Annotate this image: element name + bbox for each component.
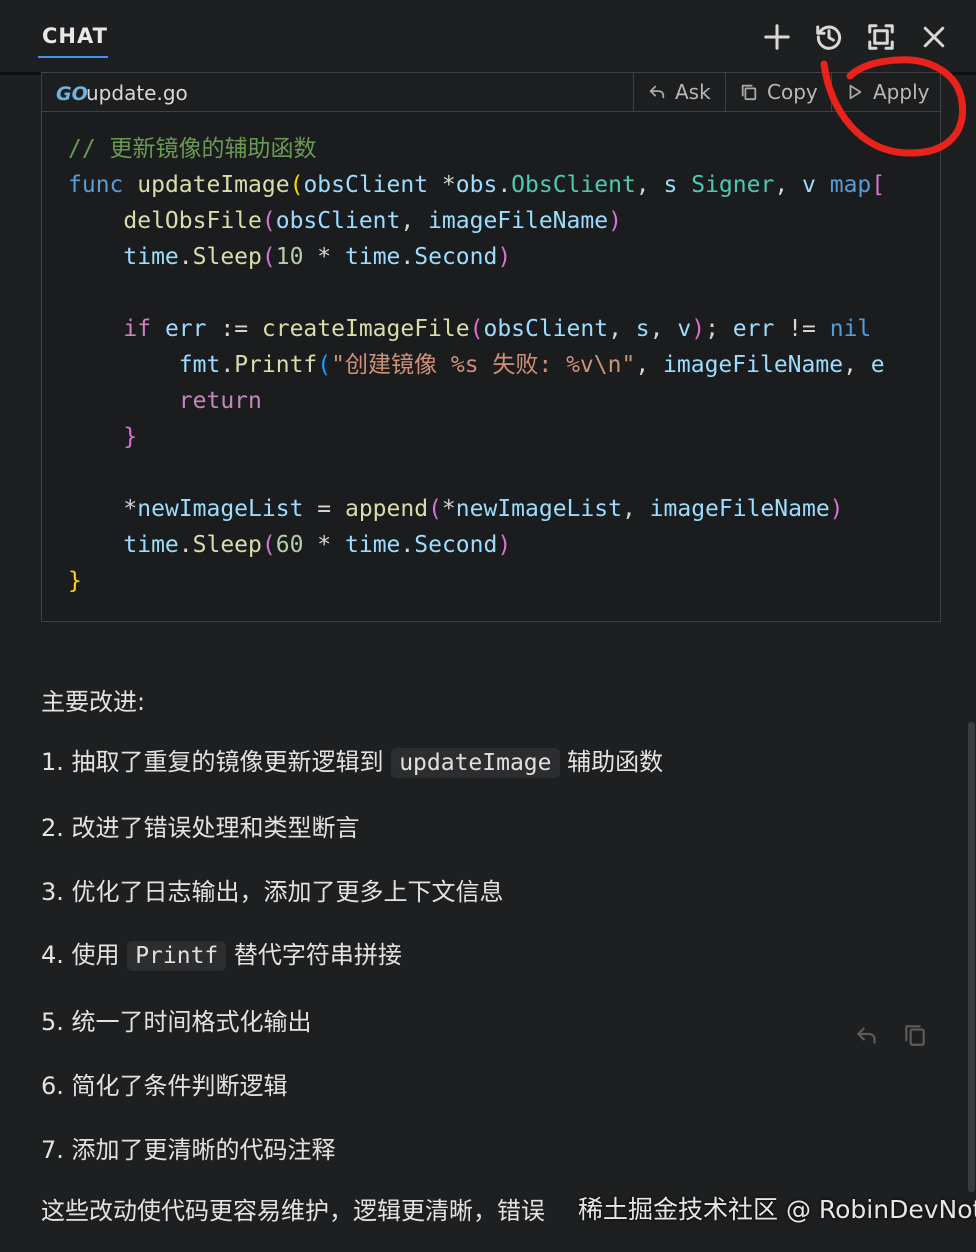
apply-button[interactable]: Apply: [831, 73, 955, 111]
inline-code: Printf: [127, 941, 227, 971]
play-icon: [849, 84, 862, 100]
code-file-name[interactable]: update.go: [86, 81, 188, 105]
list-item: 3. 优化了日志输出，添加了更多上下文信息: [41, 878, 504, 906]
list-item: 1. 抽取了重复的镜像更新逻辑到 updateImage 辅助函数: [41, 748, 664, 778]
close-icon[interactable]: [917, 20, 951, 54]
copy-icon: [741, 84, 757, 101]
tab-active-indicator: [38, 56, 108, 58]
improvements-heading: 主要改进:: [41, 688, 146, 716]
code-comment: 更新镜像的辅助函数: [109, 136, 317, 162]
code-content[interactable]: // 更新镜像的辅助函数 func updateImage(obsClient …: [68, 131, 928, 611]
history-icon[interactable]: [812, 20, 846, 54]
list-item: 4. 使用 Printf 替代字符串拼接: [41, 941, 402, 971]
ask-button[interactable]: Ask: [633, 73, 740, 111]
ask-label: Ask: [675, 80, 711, 104]
copy-label: Copy: [767, 80, 818, 104]
tab-chat[interactable]: CHAT: [42, 24, 108, 48]
copy-icon[interactable]: [902, 1022, 932, 1052]
list-item: 7. 添加了更清晰的代码注释: [41, 1136, 336, 1164]
watermark: 稀土掘金技术社区 @ RobinDevNotes: [578, 1195, 976, 1224]
plus-icon[interactable]: [760, 20, 794, 54]
reply-icon[interactable]: [854, 1022, 884, 1052]
summary-text: 这些改动使代码更容易维护，逻辑更清晰，错误: [41, 1197, 545, 1225]
inline-code: updateImage: [391, 748, 560, 778]
chat-header: CHAT: [0, 0, 976, 74]
scrollbar[interactable]: [968, 722, 975, 1192]
copy-button[interactable]: Copy: [725, 73, 843, 111]
code-format-string: 创建镜像 %s 失败: %v\n: [345, 352, 622, 378]
code-block-toolbar: GO update.go Ask Copy Apply: [42, 73, 940, 112]
list-item: 2. 改进了错误处理和类型断言: [41, 814, 360, 842]
maximize-icon[interactable]: [864, 20, 898, 54]
list-item: 6. 简化了条件判断逻辑: [41, 1072, 288, 1100]
code-block: GO update.go Ask Copy Apply // 更新镜像的辅助函数…: [41, 72, 941, 622]
apply-label: Apply: [873, 80, 930, 104]
list-item: 5. 统一了时间格式化输出: [41, 1008, 312, 1036]
reply-icon: [649, 85, 665, 99]
go-logo-icon: GO: [56, 83, 88, 105]
